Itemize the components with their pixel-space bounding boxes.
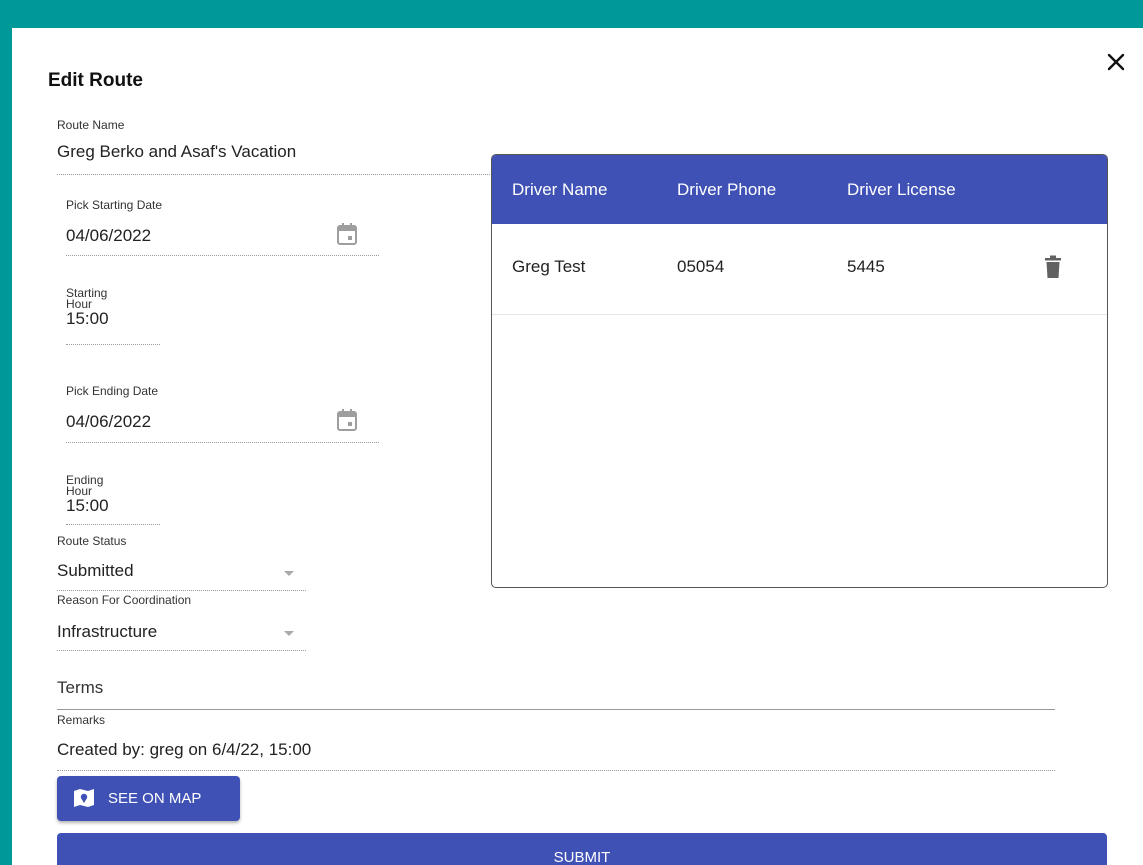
remarks-field[interactable]: Remarks Created by: greg on 6/4/22, 15:0… — [57, 713, 1055, 771]
reason-select[interactable]: Reason For Coordination Infrastructure — [57, 593, 306, 651]
table-row[interactable]: Greg Test 05054 5445 — [492, 224, 1107, 315]
see-on-map-button[interactable]: SEE ON MAP — [57, 776, 240, 821]
edit-route-dialog: Edit Route Route Name Greg Berko and Asa… — [12, 28, 1143, 865]
route-name-value: Greg Berko and Asaf's Vacation — [57, 142, 297, 161]
end-date-label: Pick Ending Date — [66, 384, 159, 398]
column-header-driver-name[interactable]: Driver Name — [512, 180, 607, 200]
chevron-down-icon[interactable] — [284, 631, 294, 636]
end-date-field[interactable]: Pick Ending Date 04/06/2022 — [66, 384, 379, 443]
see-on-map-label: SEE ON MAP — [108, 790, 202, 807]
terms-input[interactable]: Terms — [57, 678, 1055, 710]
end-date-value: 04/06/2022 — [66, 412, 152, 431]
chevron-down-icon[interactable] — [284, 571, 294, 576]
route-status-label: Route Status — [57, 534, 127, 548]
dialog-title: Edit Route — [48, 70, 143, 91]
start-hour-field[interactable]: Starting Hour 15:00 — [66, 287, 160, 345]
trash-icon[interactable] — [1043, 255, 1063, 279]
close-icon[interactable] — [1104, 50, 1128, 74]
submit-button[interactable]: SUBMIT — [57, 833, 1107, 865]
reason-value: Infrastructure — [57, 622, 158, 641]
column-header-driver-phone[interactable]: Driver Phone — [677, 180, 776, 200]
cell-driver-license: 5445 — [847, 257, 885, 276]
cell-driver-name: Greg Test — [512, 257, 586, 276]
map-icon — [74, 789, 94, 807]
submit-label: SUBMIT — [553, 849, 611, 865]
start-date-label: Pick Starting Date — [66, 198, 163, 212]
calendar-icon[interactable] — [336, 408, 358, 432]
reason-label: Reason For Coordination — [57, 593, 192, 607]
route-name-label: Route Name — [57, 118, 125, 132]
calendar-icon[interactable] — [336, 222, 358, 246]
cell-driver-phone: 05054 — [677, 257, 725, 276]
remarks-label: Remarks — [57, 713, 106, 727]
column-header-driver-license[interactable]: Driver License — [847, 180, 956, 200]
start-date-field[interactable]: Pick Starting Date 04/06/2022 — [66, 198, 379, 256]
end-hour-field[interactable]: Ending Hour 15:00 — [66, 474, 160, 525]
route-status-value: Submitted — [57, 561, 134, 580]
table-header: Driver Name Driver Phone Driver License — [492, 155, 1107, 224]
terms-placeholder: Terms — [57, 678, 104, 697]
remarks-value: Created by: greg on 6/4/22, 15:00 — [57, 740, 312, 759]
start-date-value: 04/06/2022 — [66, 226, 152, 245]
route-name-field[interactable]: Route Name Greg Berko and Asaf's Vacatio… — [57, 118, 492, 175]
drivers-table: Driver Name Driver Phone Driver License … — [491, 154, 1108, 588]
route-status-select[interactable]: Route Status Submitted — [57, 534, 306, 591]
start-hour-value: 15:00 — [66, 309, 109, 328]
end-hour-value: 15:00 — [66, 496, 109, 515]
